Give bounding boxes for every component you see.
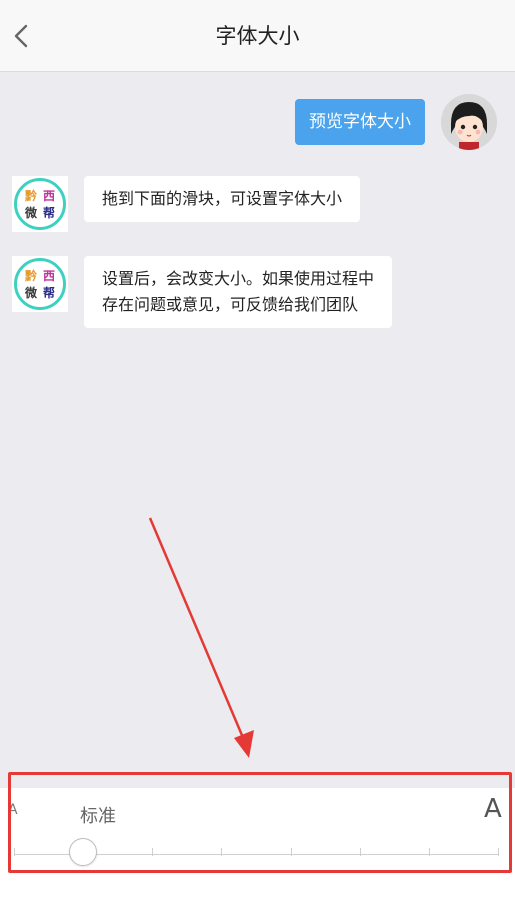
font-size-slider-panel: A 标准 A: [0, 788, 515, 897]
slider-tick[interactable]: [221, 848, 222, 856]
slider-tick[interactable]: [291, 848, 292, 856]
user-message: 预览字体大小: [295, 94, 497, 150]
message-line: 存在问题或意见，可反馈给我们团队: [102, 295, 359, 314]
slider-tick[interactable]: [360, 848, 361, 856]
preview-bubble: 预览字体大小: [295, 99, 425, 145]
bot-avatar[interactable]: 黔 西 微 帮: [12, 176, 68, 232]
bot-message-2: 黔 西 微 帮 设置后，会改变大小。如果使用过程中 存在问题或意见，可反馈给我们…: [12, 256, 393, 328]
message-bubble: 拖到下面的滑块，可设置字体大小: [84, 176, 361, 222]
slider-tick[interactable]: [152, 848, 153, 856]
slider-tick[interactable]: [498, 848, 499, 856]
slider-tick[interactable]: [14, 848, 15, 856]
small-font-label: A: [8, 802, 18, 818]
current-size-label: 标准: [80, 806, 116, 827]
bot-message-1: 黔 西 微 帮 拖到下面的滑块，可设置字体大小: [12, 176, 361, 232]
bot-avatar[interactable]: 黔 西 微 帮: [12, 256, 68, 312]
slider-thumb[interactable]: [69, 838, 98, 866]
message-line: 拖到下面的滑块，可设置字体大小: [102, 189, 343, 208]
message-line: 设置后，会改变大小。如果使用过程中: [102, 269, 375, 288]
bot-logo: 黔 西 微 帮: [14, 178, 66, 230]
message-bubble: 设置后，会改变大小。如果使用过程中 存在问题或意见，可反馈给我们团队: [84, 256, 393, 328]
user-avatar-icon: [441, 94, 497, 150]
user-avatar[interactable]: [441, 94, 497, 150]
page-title: 字体大小: [215, 24, 300, 48]
nav-header: 字体大小: [0, 0, 515, 72]
slider-tick[interactable]: [429, 848, 430, 856]
large-font-label: A: [484, 794, 502, 824]
bot-logo: 黔 西 微 帮: [14, 258, 66, 310]
